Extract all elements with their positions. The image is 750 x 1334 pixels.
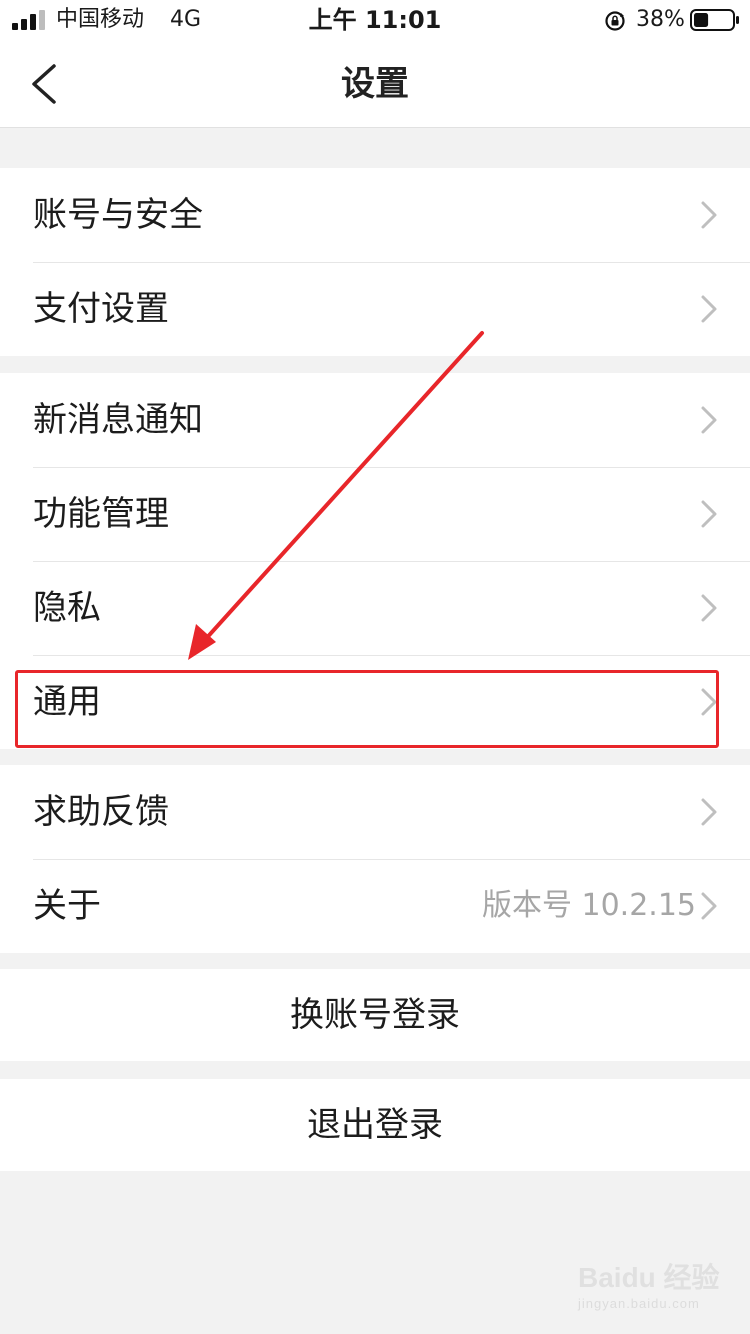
logout-button[interactable]: 退出登录	[0, 1079, 750, 1171]
watermark-url: jingyan.baidu.com	[578, 1296, 700, 1311]
settings-group-help: 求助反馈 关于 版本号 10.2.15	[0, 765, 750, 953]
setting-row-help-feedback[interactable]: 求助反馈	[0, 765, 750, 859]
chevron-right-icon	[701, 500, 717, 528]
setting-row-label: 隐私	[33, 588, 101, 628]
battery-percentage: 38%	[636, 7, 685, 32]
setting-row-payment[interactable]: 支付设置	[0, 262, 750, 356]
setting-row-notifications[interactable]: 新消息通知	[0, 373, 750, 467]
rotation-lock-icon	[605, 11, 625, 31]
setting-row-feature-management[interactable]: 功能管理	[0, 467, 750, 561]
setting-row-label: 通用	[33, 682, 101, 722]
setting-row-general[interactable]: 通用	[0, 655, 750, 749]
setting-row-label: 求助反馈	[33, 792, 169, 832]
chevron-right-icon	[701, 406, 717, 434]
chevron-right-icon	[701, 295, 717, 323]
chevron-right-icon	[701, 594, 717, 622]
setting-row-label: 功能管理	[33, 494, 169, 534]
setting-row-label: 关于	[33, 886, 101, 926]
settings-group-account: 账号与安全 支付设置	[0, 168, 750, 356]
navigation-bar: 设置	[0, 40, 750, 128]
settings-group-general: 新消息通知 功能管理 隐私 通用	[0, 373, 750, 749]
setting-row-account-security[interactable]: 账号与安全	[0, 168, 750, 262]
switch-account-button[interactable]: 换账号登录	[0, 969, 750, 1061]
chevron-right-icon	[701, 892, 717, 920]
chevron-right-icon	[701, 201, 717, 229]
setting-row-label: 支付设置	[33, 289, 169, 329]
status-bar: 中国移动 4G 上午 11:01 38%	[0, 0, 750, 40]
version-number: 版本号 10.2.15	[481, 888, 696, 923]
chevron-right-icon	[701, 688, 717, 716]
watermark-text: Baidu 经验	[578, 1262, 720, 1293]
chevron-right-icon	[701, 798, 717, 826]
setting-row-privacy[interactable]: 隐私	[0, 561, 750, 655]
setting-row-label: 新消息通知	[33, 400, 203, 440]
page-title: 设置	[341, 64, 409, 104]
baidu-watermark: Baidu 经验 jingyan.baidu.com	[570, 1252, 740, 1322]
setting-row-about[interactable]: 关于 版本号 10.2.15	[0, 859, 750, 953]
setting-row-label: 账号与安全	[33, 195, 203, 235]
battery-icon	[690, 9, 739, 31]
